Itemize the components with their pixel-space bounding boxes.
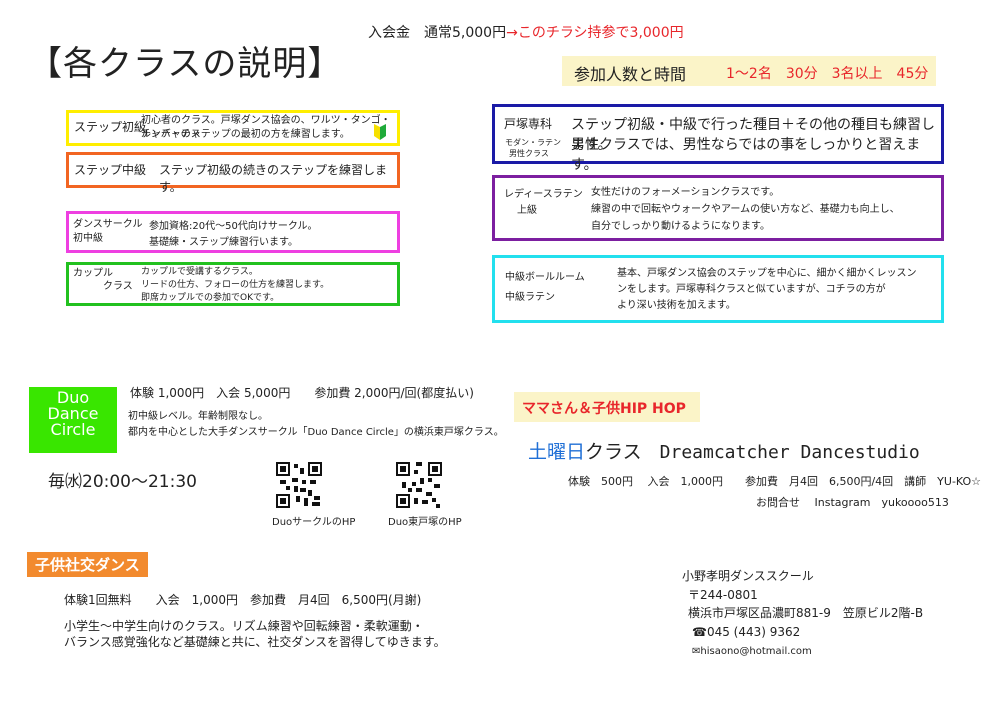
- logo-word: Circle: [50, 420, 96, 439]
- kids-class-label: 子供社交ダンス: [27, 552, 148, 577]
- duo-dance-circle-logo: Duo Dance Circle: [29, 387, 117, 453]
- duo-higashitotsuka-qr-code[interactable]: [396, 462, 442, 508]
- class-box-intermediate-ballroom-latin: 中級ボールルーム 中級ラテン 基本、戸塚ダンス協会のステップを中心に、細かく細か…: [492, 255, 944, 323]
- hiphop-heading: 土曜日クラス Dreamcatcher Dancestudio: [528, 437, 920, 464]
- school-name: 小野孝明ダンススクール: [682, 569, 814, 583]
- qr-label: Duo東戸塚のHP: [388, 517, 462, 528]
- fee-normal: 入会金 通常5,000円: [368, 25, 507, 41]
- school-zip: 〒244-0801: [688, 588, 758, 602]
- class-name: クラス: [103, 281, 133, 292]
- class-desc-line: 参加資格:20代〜50代向けサークル。: [149, 221, 318, 232]
- class-box-step-beginner: ステップ初級 初心者のクラス。戸塚ダンス協会の、ワルツ・タンゴ・ルンバ・チャ チ…: [66, 110, 400, 146]
- school-tel: 045 (443) 9362: [706, 625, 801, 639]
- hiphop-class-word: クラス: [585, 441, 642, 463]
- membership-fee: 入会金 通常5,000円→このチラシ持参で3,000円: [368, 22, 684, 42]
- hiphop-label-box: ママさん＆子供HIP HOP: [514, 392, 700, 422]
- class-box-couple: カップル クラス カップルで受講するクラス。 リードの仕方、フォローの仕方を練習…: [66, 262, 400, 306]
- class-box-ladies-latin: レディースラテン 上級 女性だけのフォーメーションクラスです。 練習の中で回転や…: [492, 175, 944, 241]
- duo-fees: 体験 1,000円 入会 5,000円 参加費 2,000円/回(都度払い): [130, 386, 474, 400]
- duo-schedule: 毎㈬20:00〜21:30: [48, 472, 197, 492]
- class-name: 上級: [517, 205, 537, 216]
- kids-desc: 小学生〜中学生向けのクラス。リズム練習や回転練習・柔軟運動・: [64, 619, 424, 633]
- hiphop-day: 土曜日: [528, 441, 586, 463]
- class-desc-line: 練習の中で回転やウォークやアームの使い方など、基礎力も向上し、: [591, 204, 900, 215]
- class-name: カップル: [73, 268, 113, 279]
- class-box-dance-circle: ダンスサークル 初中級 参加資格:20代〜50代向けサークル。 基礎練・ステップ…: [66, 211, 400, 253]
- hiphop-contact: お問合せ Instagram yukoooo513: [756, 496, 949, 509]
- class-box-totsuka-special: 戸塚専科 モダン・ラテン 男性クラス ステップ初級・中級で行った種目＋その他の種…: [492, 104, 944, 173]
- class-sub: モダン・ラテン: [505, 138, 561, 147]
- class-desc-line: 即席カップルでの参加でOKです。: [141, 293, 280, 303]
- class-name: 初中級: [73, 233, 103, 244]
- duo-circle-qr-code[interactable]: [276, 462, 322, 508]
- phone-icon: ☎: [692, 625, 707, 639]
- class-desc-line: 基本、戸塚ダンス協会のステップを中心に、細かく細かくレッスン: [617, 268, 917, 279]
- school-tel-row: ☎045 (443) 9362: [692, 624, 800, 641]
- qr-label: DuoサークルのHP: [272, 517, 356, 528]
- class-desc-line: チャチャのステップの最初の方を練習します。: [141, 129, 350, 140]
- kids-fees: 体験1回無料 入会 1,000円 参加費 月4回 6,500円(月謝): [64, 593, 422, 607]
- class-desc-line: 男性クラスでは、男性ならではの事をしっかりと習えます。: [571, 137, 921, 173]
- school-email: hisaono@hotmail.com: [700, 646, 812, 657]
- class-name: 中級ボールルーム: [505, 272, 585, 283]
- class-desc-line: リードの仕方、フォローの仕方を練習します。: [141, 280, 330, 290]
- page-title: 【各クラスの説明】: [28, 44, 343, 84]
- class-name: 戸塚専科: [504, 117, 553, 131]
- class-name: ダンスサークル: [73, 219, 143, 230]
- beginner-mark-icon: [374, 124, 386, 140]
- time-rule-lead: 参加人数と時間: [574, 65, 687, 84]
- class-desc-line: 基礎練・ステップ練習行います。: [149, 237, 298, 248]
- school-address: 横浜市戸塚区品濃町881-9 笠原ビル2階-B: [688, 606, 924, 620]
- class-name: ステップ初級: [74, 120, 147, 134]
- class-sub: 男性クラス: [509, 149, 549, 158]
- studio-name: Dreamcatcher Dancestudio: [659, 442, 920, 463]
- fee-flyer: →このチラシ持参で3,000円: [506, 25, 684, 41]
- class-name: 中級ラテン: [505, 292, 555, 303]
- school-email-row[interactable]: ✉hisaono@hotmail.com: [692, 645, 812, 659]
- kids-desc: バランス感覚強化など基礎練と共に、社交ダンスを習得してゆきます。: [64, 635, 446, 649]
- class-name: レディースラテン: [504, 189, 583, 200]
- class-name: ステップ中級: [74, 163, 147, 177]
- time-rule-values: 1〜2名 30分 3名以上 45分: [726, 66, 929, 82]
- time-rule-box: 参加人数と時間 1〜2名 30分 3名以上 45分: [562, 56, 936, 86]
- class-desc-line: 女性だけのフォーメーションクラスです。: [591, 187, 780, 198]
- duo-desc: 初中級レベル。年齢制限なし。: [128, 411, 268, 422]
- duo-desc: 都内を中心とした大手ダンスサークル「Duo Dance Circle」の横浜東戸…: [128, 427, 504, 438]
- class-box-step-intermediate: ステップ中級 ステップ初級の続きのステップを練習します。: [66, 152, 400, 194]
- class-desc-line: カップルで受講するクラス。: [141, 267, 258, 277]
- class-desc-line: 自分でしっかり動けるようになります。: [591, 221, 770, 232]
- class-desc-line: より深い技術を加えます。: [617, 300, 736, 311]
- class-desc-line: ンをします。戸塚専科クラスと似ていますが、コチラの方が: [617, 284, 886, 295]
- hiphop-fees: 体験 500円 入会 1,000円 参加費 月4回 6,500円/4回 講師 Y…: [568, 475, 982, 488]
- class-desc-line: ステップ初級の続きのステップを練習します。: [159, 163, 388, 194]
- hiphop-label: ママさん＆子供HIP HOP: [522, 401, 686, 417]
